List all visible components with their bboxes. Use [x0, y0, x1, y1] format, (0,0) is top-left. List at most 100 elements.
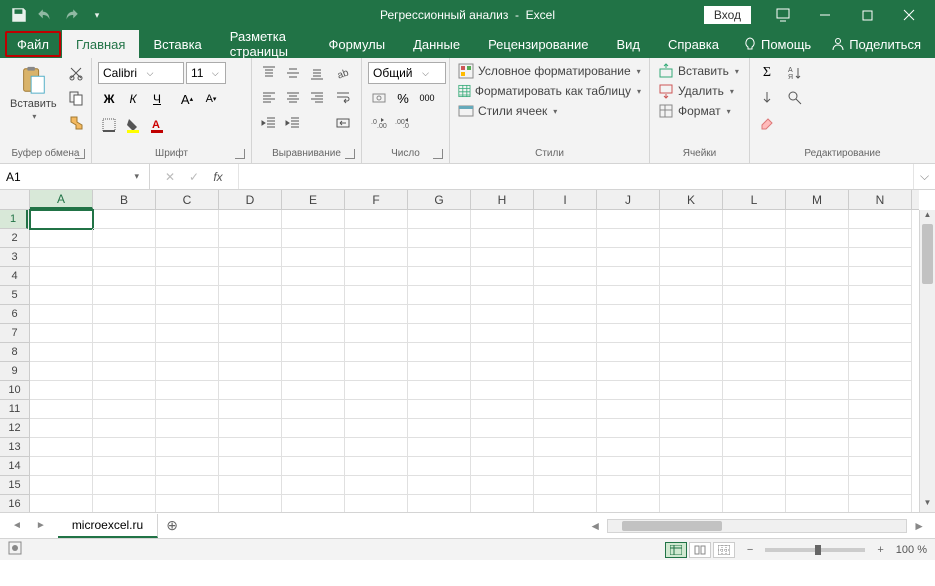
cell[interactable]: [786, 210, 849, 229]
cell[interactable]: [156, 457, 219, 476]
format-cells-button[interactable]: Формат▾: [656, 102, 743, 120]
zoom-in-button[interactable]: +: [873, 544, 887, 556]
cell[interactable]: [93, 324, 156, 343]
row-header[interactable]: 8: [0, 343, 29, 362]
cell[interactable]: [849, 381, 912, 400]
cell[interactable]: [723, 400, 786, 419]
cell[interactable]: [30, 476, 93, 495]
cell[interactable]: [786, 362, 849, 381]
normal-view-icon[interactable]: [665, 542, 687, 558]
cell[interactable]: [408, 343, 471, 362]
delete-cells-button[interactable]: Удалить▾: [656, 82, 743, 100]
cell[interactable]: [849, 476, 912, 495]
cell[interactable]: [471, 248, 534, 267]
cell[interactable]: [471, 267, 534, 286]
vertical-scrollbar[interactable]: ▲ ▼: [919, 210, 935, 512]
cell[interactable]: [93, 381, 156, 400]
sheet-nav-next-icon[interactable]: ►: [32, 518, 50, 533]
tab-formulas[interactable]: Формулы: [315, 30, 400, 58]
align-top-icon[interactable]: [258, 62, 280, 84]
column-header[interactable]: F: [345, 190, 408, 209]
fx-icon[interactable]: fx: [208, 167, 228, 187]
row-header[interactable]: 7: [0, 324, 29, 343]
cell[interactable]: [219, 400, 282, 419]
cell[interactable]: [534, 305, 597, 324]
row-header[interactable]: 13: [0, 438, 29, 457]
cell[interactable]: [219, 286, 282, 305]
row-header[interactable]: 1: [0, 210, 28, 229]
cell[interactable]: [282, 419, 345, 438]
alignment-launcher-icon[interactable]: [345, 149, 355, 159]
cell[interactable]: [345, 343, 408, 362]
tab-view[interactable]: Вид: [602, 30, 654, 58]
cell[interactable]: [597, 343, 660, 362]
copy-icon[interactable]: [65, 87, 87, 109]
cell[interactable]: [597, 305, 660, 324]
tab-review[interactable]: Рецензирование: [474, 30, 602, 58]
cell[interactable]: [219, 248, 282, 267]
cell[interactable]: [534, 381, 597, 400]
increase-decimal-icon[interactable]: .0.00: [368, 112, 390, 134]
decrease-indent-icon[interactable]: [258, 112, 280, 134]
cell[interactable]: [219, 495, 282, 512]
cell[interactable]: [471, 400, 534, 419]
cell[interactable]: [30, 210, 93, 229]
increase-font-icon[interactable]: A▴: [176, 88, 198, 110]
cell[interactable]: [660, 476, 723, 495]
cell[interactable]: [660, 362, 723, 381]
cell[interactable]: [660, 324, 723, 343]
column-header[interactable]: E: [282, 190, 345, 209]
cell[interactable]: [345, 324, 408, 343]
cell[interactable]: [471, 495, 534, 512]
column-header[interactable]: M: [786, 190, 849, 209]
underline-button[interactable]: Ч: [146, 88, 168, 110]
add-sheet-button[interactable]: ⊕: [158, 513, 186, 538]
cell[interactable]: [660, 343, 723, 362]
column-header[interactable]: A: [30, 190, 93, 209]
cell[interactable]: [786, 248, 849, 267]
cell[interactable]: [282, 305, 345, 324]
cell[interactable]: [660, 419, 723, 438]
row-header[interactable]: 6: [0, 305, 29, 324]
align-left-icon[interactable]: [258, 87, 280, 109]
cell[interactable]: [534, 229, 597, 248]
cell[interactable]: [408, 210, 471, 229]
row-header[interactable]: 9: [0, 362, 29, 381]
cell[interactable]: [219, 476, 282, 495]
cell[interactable]: [156, 476, 219, 495]
cell[interactable]: [282, 286, 345, 305]
cell[interactable]: [597, 476, 660, 495]
cell[interactable]: [219, 381, 282, 400]
cell[interactable]: [219, 362, 282, 381]
cell[interactable]: [345, 267, 408, 286]
orientation-icon[interactable]: ab: [332, 62, 354, 84]
cell[interactable]: [534, 419, 597, 438]
cell[interactable]: [282, 362, 345, 381]
cell[interactable]: [534, 210, 597, 229]
paste-button[interactable]: Вставить ▾: [6, 62, 61, 123]
cell[interactable]: [660, 267, 723, 286]
cell[interactable]: [219, 324, 282, 343]
cell[interactable]: [30, 267, 93, 286]
cell[interactable]: [93, 305, 156, 324]
cell[interactable]: [471, 457, 534, 476]
cell[interactable]: [408, 495, 471, 512]
cell[interactable]: [723, 476, 786, 495]
cell[interactable]: [156, 362, 219, 381]
cell[interactable]: [282, 210, 345, 229]
cell[interactable]: [156, 438, 219, 457]
scrollbar-thumb[interactable]: [622, 521, 722, 531]
cell[interactable]: [282, 400, 345, 419]
cell[interactable]: [93, 267, 156, 286]
cell[interactable]: [849, 305, 912, 324]
cell[interactable]: [660, 305, 723, 324]
clipboard-launcher-icon[interactable]: [75, 149, 85, 159]
close-icon[interactable]: [889, 0, 929, 30]
maximize-icon[interactable]: [847, 0, 887, 30]
cell[interactable]: [156, 381, 219, 400]
cell[interactable]: [660, 457, 723, 476]
conditional-formatting-button[interactable]: Условное форматирование▾: [456, 62, 643, 80]
column-header[interactable]: H: [471, 190, 534, 209]
sheet-tab-active[interactable]: microexcel.ru: [58, 514, 158, 538]
cell[interactable]: [660, 229, 723, 248]
